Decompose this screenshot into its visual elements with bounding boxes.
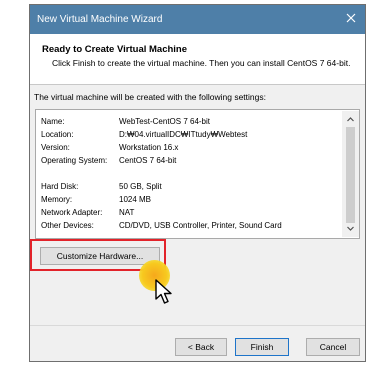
customize-hardware-button[interactable]: Customize Hardware... [40, 247, 160, 265]
setting-value: CentOS 7 64-bit [119, 156, 177, 165]
setting-value: D:₩04.virtualIDC₩ITtudy₩Webtest [119, 130, 248, 139]
chevron-up-icon[interactable] [346, 115, 355, 124]
setting-key: Network Adapter: [41, 208, 103, 217]
back-button[interactable]: < Back [175, 338, 227, 356]
wizard-window: New Virtual Machine Wizard Ready to Crea… [29, 4, 366, 362]
setting-key: Memory: [41, 195, 73, 204]
finish-button[interactable]: Finish [235, 338, 289, 356]
chevron-down-icon[interactable] [346, 224, 355, 233]
header-subtitle: Click Finish to create the virtual machi… [52, 58, 351, 68]
setting-value: NAT [119, 208, 135, 217]
settings-summary-list[interactable]: Name: WebTest-CentOS 7 64-bit Location: … [35, 109, 360, 239]
setting-key: Location: [41, 130, 74, 139]
setting-key: Other Devices: [41, 221, 94, 230]
mouse-pointer-icon [155, 279, 172, 304]
footer-divider [30, 325, 365, 326]
setting-value: 1024 MB [119, 195, 152, 204]
setting-value: CD/DVD, USB Controller, Printer, Sound C… [119, 221, 282, 230]
setting-key: Hard Disk: [41, 182, 79, 191]
setting-key: Name: [41, 117, 65, 126]
cancel-button[interactable]: Cancel [306, 338, 360, 356]
vertical-scrollbar[interactable] [342, 111, 359, 237]
window-title: New Virtual Machine Wizard [37, 14, 163, 25]
scrollbar-thumb[interactable] [346, 127, 355, 223]
setting-key: Version: [41, 143, 70, 152]
setting-value: WebTest-CentOS 7 64-bit [119, 117, 211, 126]
setting-value: Workstation 16.x [119, 143, 179, 152]
setting-value: 50 GB, Split [119, 182, 162, 191]
wizard-header: Ready to Create Virtual Machine Click Fi… [30, 34, 365, 85]
setting-key: Operating System: [41, 156, 108, 165]
close-icon[interactable] [344, 11, 358, 25]
header-title: Ready to Create Virtual Machine [42, 44, 188, 55]
title-bar: New Virtual Machine Wizard [30, 5, 365, 34]
settings-intro-text: The virtual machine will be created with… [34, 92, 266, 102]
